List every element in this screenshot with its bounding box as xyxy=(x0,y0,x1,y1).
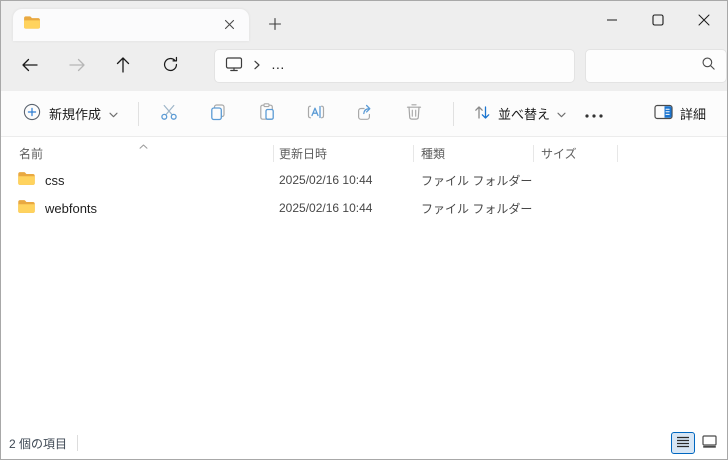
file-type: ファイル フォルダー xyxy=(421,201,533,216)
file-date: 2025/02/16 10:44 xyxy=(279,201,373,215)
plus-icon xyxy=(268,17,282,34)
maximize-button[interactable] xyxy=(635,1,681,41)
new-button-label: 新規作成 xyxy=(49,107,102,122)
item-count-label: 2 個の項目 xyxy=(9,436,68,451)
new-icon xyxy=(23,103,41,124)
details-view-icon xyxy=(676,436,690,451)
forward-button[interactable] xyxy=(60,49,94,83)
column-header-type-label: 種類 xyxy=(421,147,446,161)
sort-button-label: 並べ替え xyxy=(498,107,551,122)
file-row-webfonts[interactable]: webfonts 2025/02/16 10:44 ファイル フォルダー xyxy=(1,194,727,222)
address-bar[interactable]: … xyxy=(213,49,576,83)
chevron-down-icon xyxy=(557,106,566,121)
column-header-type[interactable]: 種類 xyxy=(413,141,533,166)
breadcrumb-ellipsis[interactable]: … xyxy=(271,56,286,77)
chevron-right-icon[interactable] xyxy=(253,57,261,75)
column-header-name-label: 名前 xyxy=(19,147,44,161)
copy-button[interactable] xyxy=(198,96,238,132)
new-button[interactable]: 新規作成 xyxy=(13,96,128,132)
search-input[interactable] xyxy=(585,49,727,83)
rename-button[interactable] xyxy=(296,96,336,132)
refresh-button[interactable] xyxy=(153,49,187,83)
large-icons-view-button[interactable] xyxy=(697,432,721,454)
see-more-button[interactable] xyxy=(575,96,613,132)
file-name: webfonts xyxy=(45,200,98,216)
file-list: 名前 更新日時 種類 サイズ css 2025/02/16 10:44 ファイル… xyxy=(1,137,727,427)
command-toolbar: 新規作成 並べ替え 詳細 xyxy=(1,91,727,137)
chevron-down-icon xyxy=(109,106,118,121)
up-button[interactable] xyxy=(106,49,140,83)
details-pane-label: 詳細 xyxy=(679,107,706,122)
folder-icon xyxy=(23,15,41,35)
file-name: css xyxy=(45,172,65,188)
column-header-date[interactable]: 更新日時 xyxy=(273,141,413,166)
back-button[interactable] xyxy=(13,49,47,83)
file-name-cell: webfonts xyxy=(1,199,273,217)
minimize-icon xyxy=(606,14,618,29)
arrow-right-icon xyxy=(68,57,86,76)
toolbar-divider xyxy=(138,101,140,126)
details-pane-icon xyxy=(654,104,673,123)
arrow-left-icon xyxy=(21,57,39,76)
details-view-button[interactable] xyxy=(671,432,695,454)
column-header-row: 名前 更新日時 種類 サイズ xyxy=(1,141,727,166)
column-header-size[interactable]: サイズ xyxy=(533,141,617,166)
file-explorer-window: … 新規作成 並べ替え 詳細 名前 更新日時 種類 サイズ css 2025/0… xyxy=(0,0,728,460)
close-window-button[interactable] xyxy=(681,1,727,41)
paste-button[interactable] xyxy=(247,96,287,132)
file-row-css[interactable]: css 2025/02/16 10:44 ファイル フォルダー xyxy=(1,166,727,194)
column-header-size-label: サイズ xyxy=(541,147,577,161)
delete-button[interactable] xyxy=(394,96,434,132)
maximize-icon xyxy=(652,13,664,29)
delete-icon xyxy=(404,102,424,125)
toolbar-divider xyxy=(453,101,455,126)
large-icons-view-icon xyxy=(701,435,717,451)
close-icon xyxy=(698,14,710,29)
folder-icon xyxy=(17,199,36,217)
new-tab-button[interactable] xyxy=(261,11,289,39)
arrow-up-icon xyxy=(115,56,131,77)
tab-close-button[interactable] xyxy=(217,13,241,37)
cut-button[interactable] xyxy=(149,96,189,132)
folder-icon xyxy=(17,171,36,189)
sort-button[interactable]: 並べ替え xyxy=(464,96,575,132)
window-controls xyxy=(589,1,727,41)
cut-icon xyxy=(159,102,179,125)
sort-ascending-icon xyxy=(139,138,148,152)
file-name-cell: css xyxy=(1,171,273,189)
column-header-date-label: 更新日時 xyxy=(279,147,328,161)
explorer-tab[interactable] xyxy=(13,9,249,41)
sort-icon xyxy=(473,104,491,124)
copy-icon xyxy=(208,102,228,125)
see-more-icon xyxy=(585,106,603,121)
paste-icon xyxy=(257,102,277,125)
monitor-icon xyxy=(225,56,243,77)
status-divider xyxy=(77,435,79,451)
rename-icon xyxy=(306,102,326,125)
share-icon xyxy=(355,102,375,125)
file-date: 2025/02/16 10:44 xyxy=(279,173,373,187)
details-pane-button[interactable]: 詳細 xyxy=(645,96,715,132)
tab-bar xyxy=(1,1,727,41)
minimize-button[interactable] xyxy=(589,1,635,41)
file-type: ファイル フォルダー xyxy=(421,173,533,188)
share-button[interactable] xyxy=(345,96,385,132)
refresh-icon xyxy=(162,56,179,76)
status-bar: 2 個の項目 xyxy=(1,427,727,459)
search-icon xyxy=(701,56,716,76)
column-header-end-divider xyxy=(617,141,618,166)
column-header-name[interactable]: 名前 xyxy=(1,141,273,166)
navigation-bar: … xyxy=(1,41,727,91)
close-icon xyxy=(224,18,235,33)
